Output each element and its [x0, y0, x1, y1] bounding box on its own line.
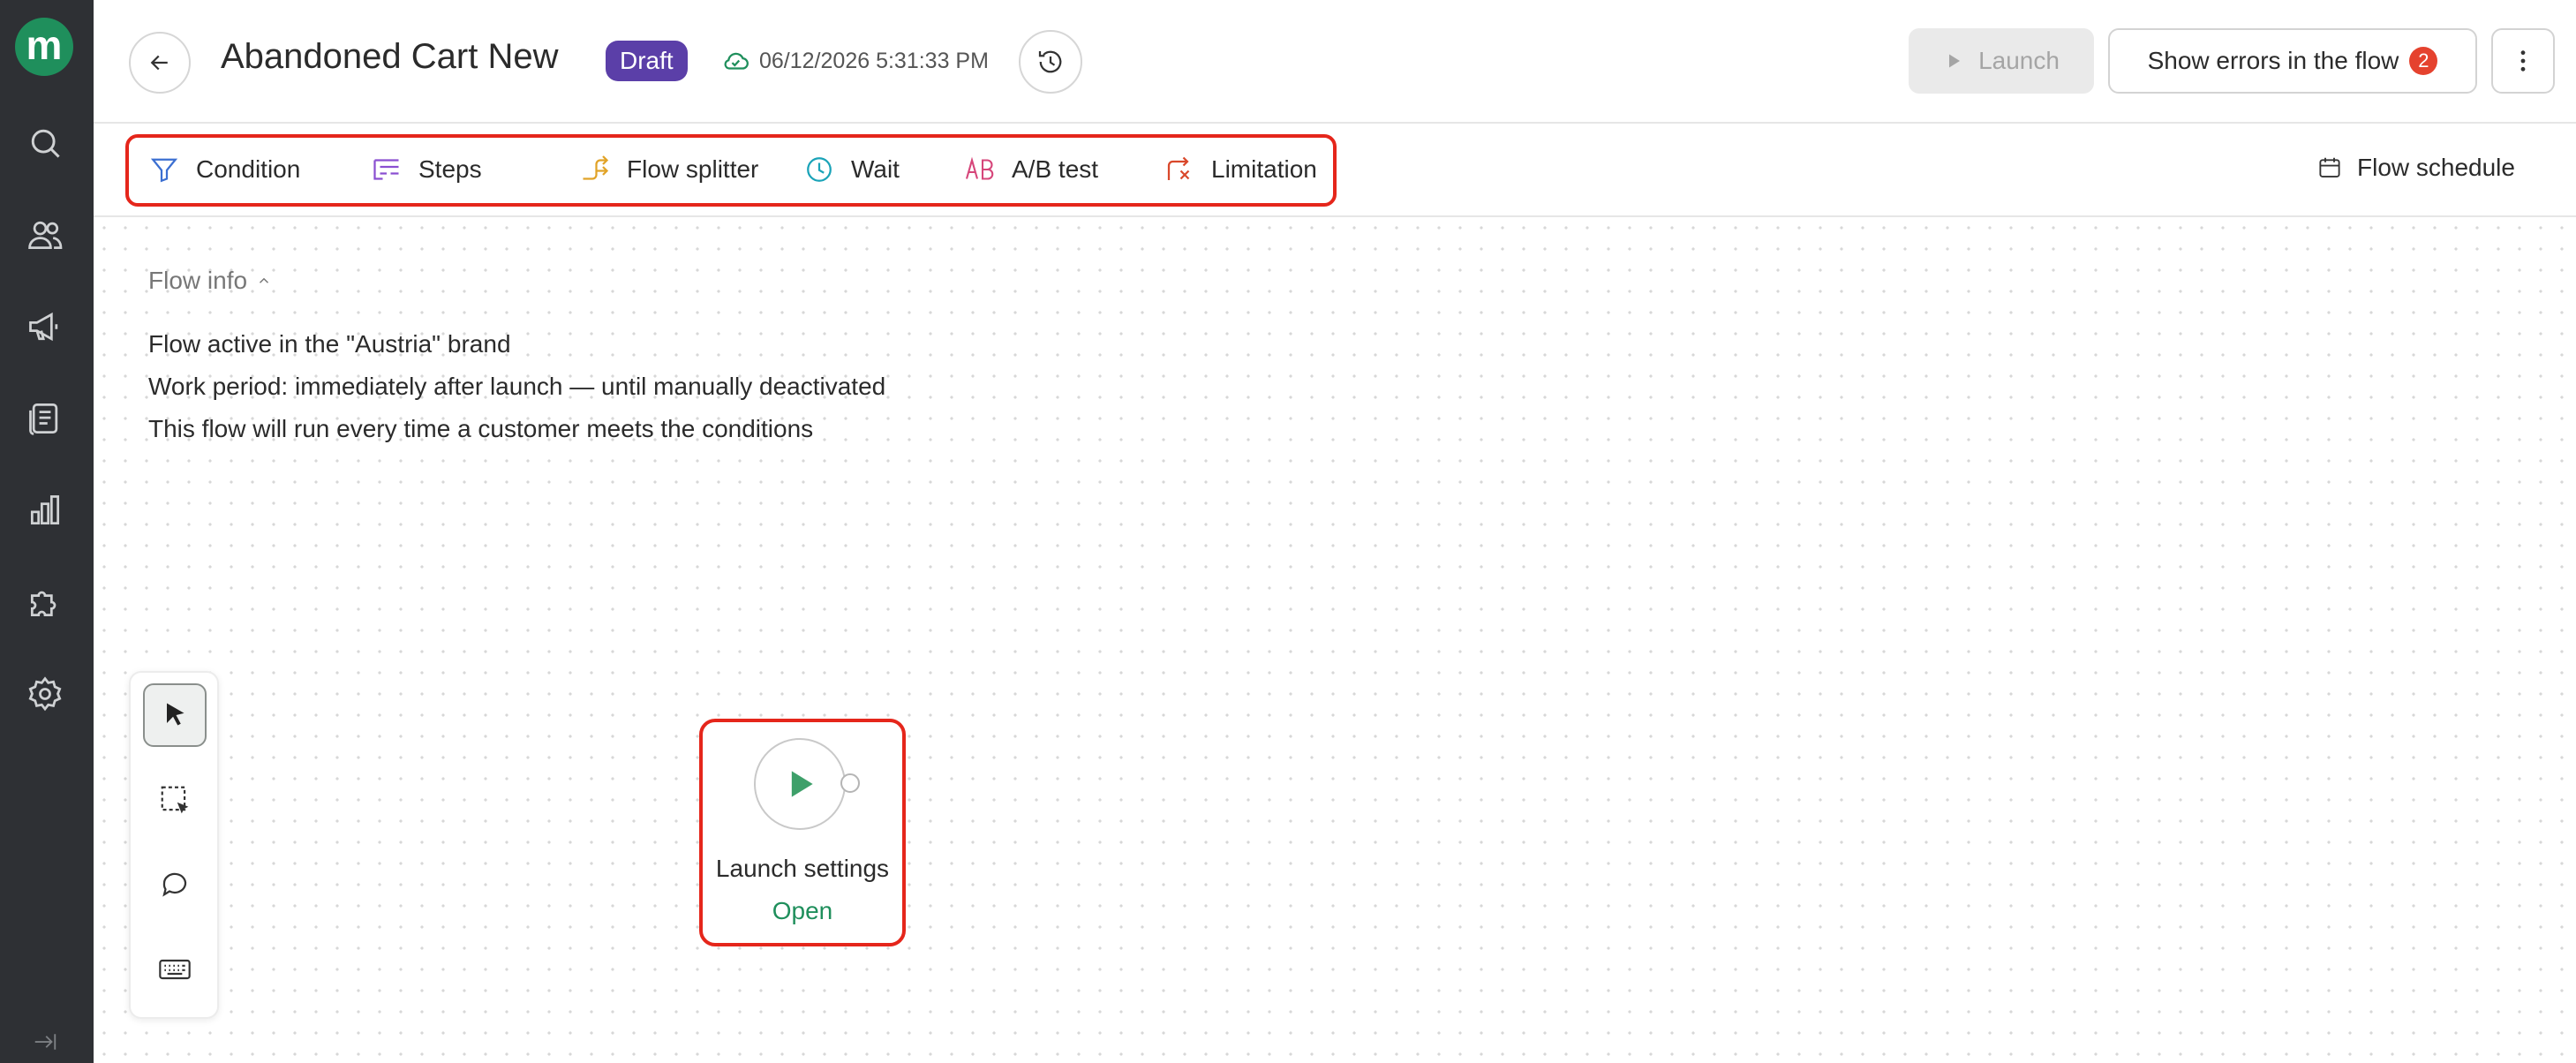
page-title: Abandoned Cart New: [221, 37, 559, 76]
tool-label: Condition: [196, 155, 301, 183]
comment-tool-button[interactable]: [143, 853, 207, 916]
history-button[interactable]: [1019, 30, 1082, 94]
sidebar: m: [0, 0, 94, 1063]
brand-logo[interactable]: m: [15, 18, 73, 76]
tool-label: Wait: [851, 155, 900, 183]
tool-limitation[interactable]: Limitation: [1164, 154, 1317, 185]
flow-info-line: Flow active in the "Austria" brand: [148, 330, 511, 358]
flow-schedule-label: Flow schedule: [2357, 154, 2515, 181]
collapse-arrow-icon[interactable]: [24, 1026, 66, 1058]
flow-info-line: Work period: immediately after launch — …: [148, 373, 886, 400]
kebab-menu-icon: [2520, 50, 2526, 72]
puzzle-icon[interactable]: [24, 581, 66, 623]
play-icon: [1949, 54, 1961, 68]
history-icon: [1038, 50, 1062, 73]
node-output-port[interactable]: [840, 773, 860, 793]
app-root: m Abandoned Cart New Draft 06/12/2026 5:…: [0, 0, 2576, 1063]
node-label: Launch settings: [715, 855, 890, 882]
pointer-icon: [167, 703, 185, 726]
flow-info-line: This flow will run every time a customer…: [148, 415, 814, 442]
node-start-circle[interactable]: [754, 738, 846, 830]
tool-label: Steps: [418, 155, 482, 183]
select-area-icon: [161, 786, 189, 814]
saved-status: 06/12/2026 5:31:33 PM: [720, 46, 989, 76]
megaphone-icon[interactable]: [24, 305, 66, 348]
chevron-up-icon: [260, 277, 269, 283]
flow-info-heading: Flow info: [148, 267, 248, 294]
clock-icon: [807, 157, 832, 182]
tool-wait[interactable]: Wait: [803, 154, 900, 185]
more-options-button[interactable]: [2491, 28, 2555, 94]
tool-label: A/B test: [1012, 155, 1099, 183]
search-icon[interactable]: [24, 122, 66, 164]
select-area-tool-button[interactable]: [143, 768, 207, 832]
launch-label: Launch: [1978, 47, 2060, 74]
canvas-tools-panel: [129, 671, 219, 1019]
comment-icon: [162, 872, 187, 897]
tool-condition[interactable]: Condition: [148, 154, 300, 185]
calendar-icon: [2319, 157, 2340, 177]
pointer-tool-button[interactable]: [143, 683, 207, 747]
launch-settings-node[interactable]: Launch settings Open: [699, 719, 906, 946]
node-toolbar: Condition Steps Flow splitter Wait A/B t…: [94, 124, 2576, 217]
play-icon: [791, 771, 813, 797]
tool-flow-splitter[interactable]: Flow splitter: [579, 154, 758, 185]
tool-label: Flow splitter: [627, 155, 759, 183]
node-open-link[interactable]: Open: [703, 897, 902, 925]
flow-canvas[interactable]: Flow info Flow active in the "Austria" b…: [94, 217, 2576, 1063]
tool-ab-test[interactable]: A/B test: [964, 154, 1098, 185]
bar-chart-icon[interactable]: [24, 489, 66, 532]
filter-icon: [150, 158, 178, 183]
steps-icon: [373, 159, 399, 180]
error-count-badge: 2: [2409, 47, 2438, 75]
flow-schedule-button[interactable]: Flow schedule: [2316, 154, 2515, 182]
flow-info-toggle[interactable]: Flow info: [148, 267, 272, 295]
ab-icon: [965, 156, 994, 180]
keyboard-shortcuts-button[interactable]: [143, 938, 207, 1001]
limitation-icon: [1167, 156, 1190, 180]
node-tool-group: Condition Steps Flow splitter Wait A/B t…: [125, 134, 1337, 207]
launch-button[interactable]: Launch: [1909, 28, 2094, 94]
document-icon[interactable]: [24, 397, 66, 440]
splitter-icon: [583, 155, 609, 180]
users-icon[interactable]: [24, 214, 66, 256]
cloud-check-icon: [724, 52, 749, 70]
status-badge: Draft: [606, 41, 688, 81]
keyboard-icon: [159, 959, 191, 980]
flow-header: Abandoned Cart New Draft 06/12/2026 5:31…: [94, 0, 2576, 124]
saved-timestamp: 06/12/2026 5:31:33 PM: [759, 48, 989, 73]
tool-steps[interactable]: Steps: [371, 154, 482, 185]
gear-icon[interactable]: [24, 673, 66, 715]
show-errors-button[interactable]: Show errors in the flow 2: [2108, 28, 2477, 94]
tool-label: Limitation: [1211, 155, 1317, 183]
back-button[interactable]: [129, 32, 191, 94]
arrow-left-icon: [150, 55, 168, 71]
show-errors-label: Show errors in the flow: [2147, 47, 2399, 74]
